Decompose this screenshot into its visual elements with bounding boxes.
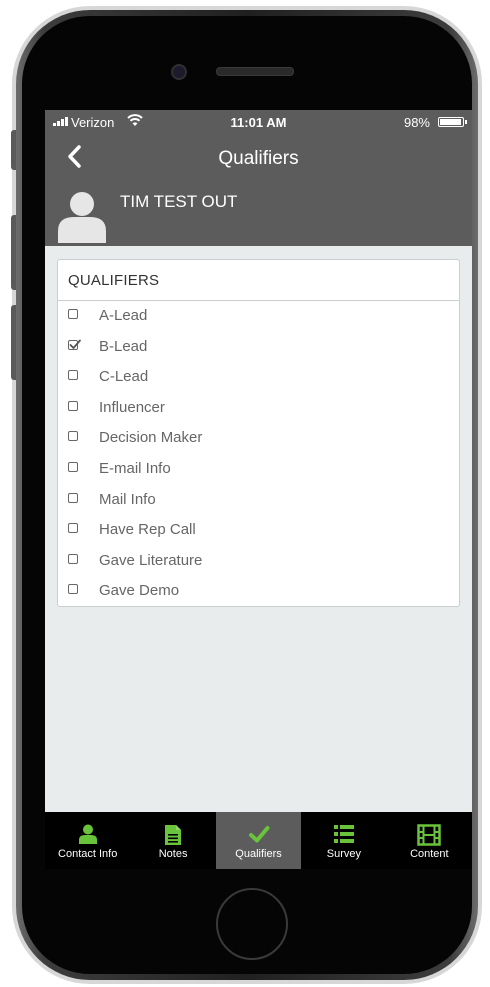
qualifier-item[interactable]: C-Lead	[58, 362, 459, 393]
tab-label: Contact Info	[58, 848, 118, 860]
qualifier-item[interactable]: Influencer	[58, 393, 459, 424]
earpiece-speaker	[216, 67, 294, 76]
qualifier-label: Have Rep Call	[99, 521, 196, 539]
tab-label: Content	[410, 848, 449, 860]
tab-notes[interactable]: Notes	[130, 812, 215, 869]
qualifier-item[interactable]: A-Lead	[58, 301, 459, 332]
qualifier-label: Decision Maker	[99, 429, 203, 447]
checkbox-checked[interactable]	[68, 339, 81, 350]
qualifier-label: Mail Info	[99, 490, 156, 508]
app-screen: Verizon 11:01 AM 98% Qualifiers TIM TEST…	[45, 110, 472, 869]
checkbox[interactable]	[68, 461, 78, 472]
contact-name: TIM TEST OUT	[120, 192, 238, 211]
checkmark-icon	[69, 339, 81, 349]
front-camera	[171, 64, 187, 80]
qualifier-label: Influencer	[99, 398, 165, 416]
qualifier-label: E-mail Info	[99, 459, 171, 477]
checkbox[interactable]	[68, 553, 78, 564]
qualifier-label: Gave Demo	[99, 582, 180, 600]
qualifier-item[interactable]: E-mail Info	[58, 454, 459, 485]
qualifier-item[interactable]: Have Rep Call	[58, 515, 459, 546]
person-icon	[77, 824, 99, 849]
qualifier-label: A-Lead	[99, 307, 148, 324]
tab-label: Qualifiers	[235, 848, 282, 860]
qualifier-label: C-Lead	[99, 368, 149, 386]
tab-survey[interactable]: Survey	[301, 812, 386, 869]
qualifiers-card: QUALIFIERS A-Lead B-Lead C-Lead Influencer D…	[57, 259, 460, 607]
status-bar: Verizon 11:01 AM 98%	[45, 110, 472, 134]
list-icon	[333, 824, 355, 849]
checkbox[interactable]	[68, 309, 78, 319]
checkbox[interactable]	[68, 431, 78, 442]
qualifier-item[interactable]: Decision Maker	[58, 423, 459, 454]
tab-label: Notes	[158, 848, 188, 860]
home-button[interactable]	[216, 888, 288, 960]
checkbox[interactable]	[68, 523, 78, 534]
checkbox[interactable]	[68, 584, 78, 595]
battery-icon	[438, 117, 467, 127]
tab-content[interactable]: Content	[387, 812, 472, 869]
tab-contact-info[interactable]: Contact Info	[45, 812, 130, 869]
qualifier-label: Gave Literature	[99, 551, 203, 569]
qualifier-item[interactable]: Mail Info	[58, 485, 459, 516]
qualifier-item[interactable]: Gave Demo	[58, 576, 459, 607]
navigation-bar: Qualifiers	[45, 134, 472, 182]
qualifier-item[interactable]: Gave Literature	[58, 546, 459, 577]
film-icon	[417, 824, 442, 851]
qualifiers-header: QUALIFIERS	[58, 260, 459, 301]
qualifier-item[interactable]: B-Lead	[58, 332, 459, 363]
document-icon	[164, 824, 182, 851]
battery-percent: 98%	[403, 115, 430, 130]
checkmark-icon	[248, 824, 270, 849]
qualifiers-list: A-Lead B-Lead C-Lead Influencer Decision Mak…	[58, 301, 459, 607]
page-title: Qualifiers	[218, 148, 299, 169]
tab-label: Survey	[326, 848, 362, 860]
qualifier-label: B-Lead	[99, 337, 148, 355]
checkbox[interactable]	[68, 492, 78, 503]
checkbox[interactable]	[68, 400, 78, 411]
tab-bar: Contact Info Notes Qualifiers Survey Content	[45, 812, 472, 869]
checkbox[interactable]	[68, 370, 78, 381]
contact-header: TIM TEST OUT	[45, 182, 472, 246]
avatar-icon	[58, 192, 106, 243]
tab-qualifiers[interactable]: Qualifiers	[215, 812, 302, 869]
